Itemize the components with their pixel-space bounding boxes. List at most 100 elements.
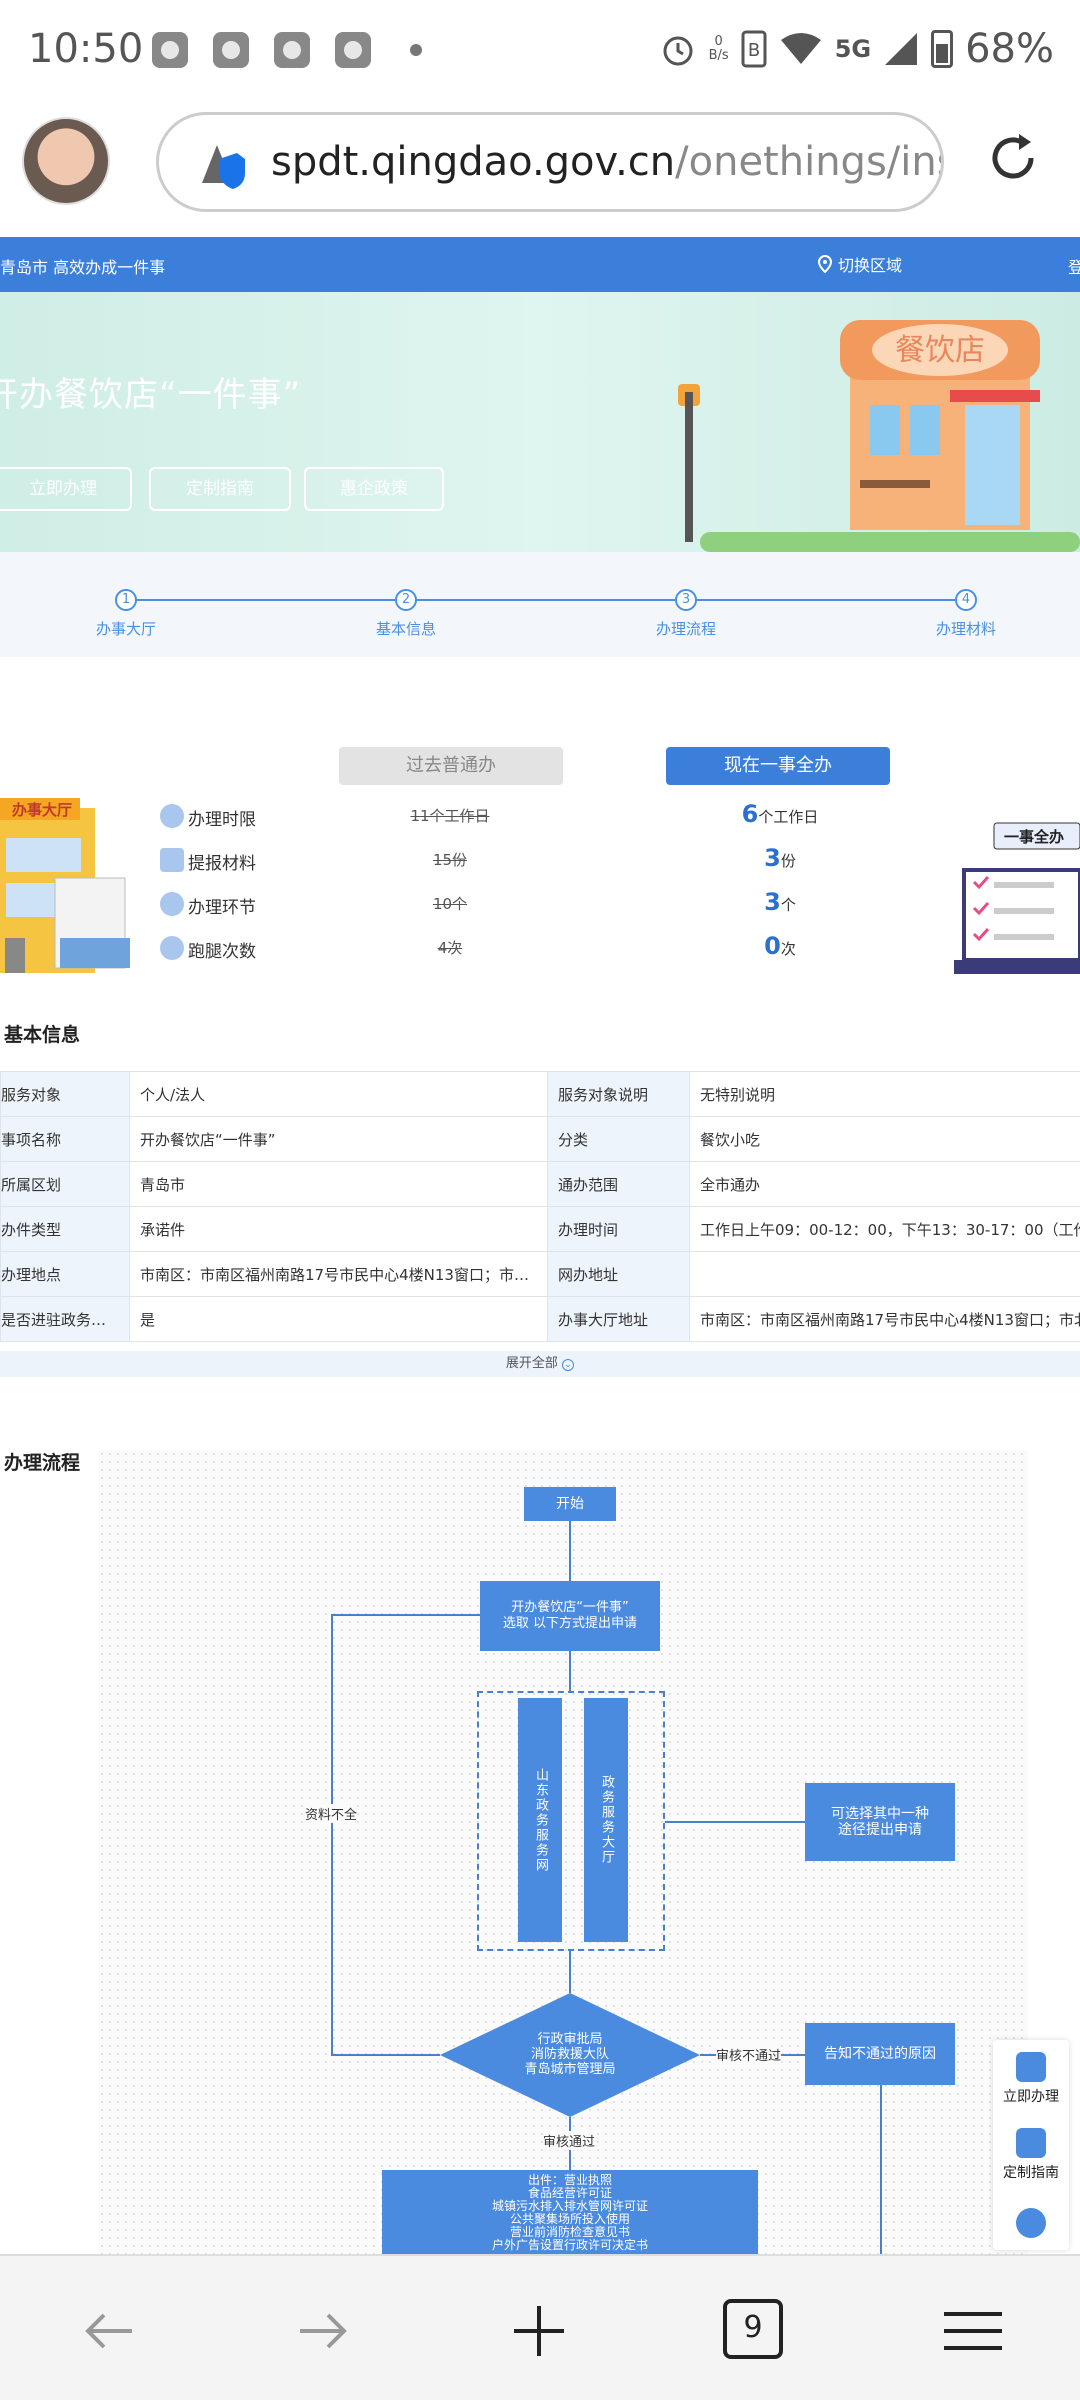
flow-review-text: 行政审批局 消防救援大队 青岛城市管理局: [500, 2032, 640, 2077]
custom-guide-button[interactable]: 定制指南: [149, 467, 291, 511]
float-guide-button[interactable]: 定制指南: [993, 2128, 1069, 2182]
basic-info-title: 基本信息: [4, 1024, 81, 1046]
net-speed-value: 0: [714, 34, 723, 49]
battery-icon: [931, 30, 954, 68]
back-to-top-button[interactable]: [993, 2208, 1069, 2242]
step-connector: [126, 599, 966, 601]
flow-choose-note-1: 可选择其中一种: [831, 1806, 929, 1822]
table-row: 所属区划 青岛市 通办范围 全市通办: [0, 1161, 1080, 1207]
flow-channel-group: [477, 1691, 665, 1951]
new-badge: 一事全办: [1004, 828, 1064, 846]
flow-title: 办理流程: [4, 1452, 81, 1474]
step-process[interactable]: 办理流程: [626, 618, 746, 639]
info-value: 承诺件: [129, 1206, 548, 1252]
compare-label: 办理环节: [188, 898, 256, 918]
new-tab-icon[interactable]: [504, 2296, 574, 2366]
info-key: 办理地点: [0, 1251, 130, 1297]
info-key: 是否进驻政务大厅: [0, 1296, 130, 1342]
basic-info-table: 服务对象 个人/法人 服务对象说明 无特别说明 事项名称 开办餐饮店“一件事” …: [0, 1071, 1080, 1342]
info-key: 办件类型: [0, 1206, 130, 1252]
compare-new-unit: 个: [780, 896, 796, 914]
walking-icon: [160, 936, 184, 960]
login-link[interactable]: 登: [1068, 254, 1080, 278]
table-row: 服务对象 个人/法人 服务对象说明 无特别说明: [0, 1071, 1080, 1117]
old-way-header: 过去普通办: [339, 747, 563, 785]
info-key: 网办地址: [547, 1251, 690, 1297]
compare-new-unit: 次: [780, 940, 796, 958]
signal-icon: [885, 33, 918, 65]
compare-new-number: 3: [764, 844, 781, 872]
flow-output-6: 户外广告设置行政许可决定书: [491, 2238, 648, 2252]
compare-row: 跑腿次数 4次 0次: [0, 928, 1080, 968]
flow-review-2: 消防救援大队: [530, 2047, 609, 2062]
compare-row: 提报材料 15份 3份: [0, 840, 1080, 880]
float-apply-button[interactable]: 立即办理: [993, 2052, 1069, 2106]
step-materials[interactable]: 办理材料: [906, 618, 1026, 639]
step-3-marker[interactable]: 3: [675, 589, 697, 611]
flow-notify-reason: 告知不通过的原因: [805, 2023, 955, 2085]
hd-icon: B: [741, 30, 767, 68]
compare-new-unit: 个工作日: [758, 808, 819, 826]
flow-connector: [331, 1614, 333, 2055]
info-value: 工作日上午09：00-12：00，下午13：30-17：00（工作日: [689, 1206, 1080, 1252]
compare-old-value: 10个: [432, 895, 468, 913]
switch-area-label: 切换区域: [838, 256, 903, 275]
compare-new-number: 6: [741, 800, 759, 828]
step-navigation: 1 办事大厅 2 基本信息 3 办理流程 4 办理材料: [0, 552, 1080, 657]
network-type: 5G: [834, 35, 872, 63]
info-key: 通办范围: [547, 1161, 690, 1207]
flow-connector: [665, 1821, 805, 1823]
step-4-marker[interactable]: 4: [955, 589, 977, 611]
url-field[interactable]: spdt.qingdao.gov.cn/onethings/instr: [156, 112, 944, 212]
site-title[interactable]: 青岛市 高效办成一件事: [0, 254, 165, 278]
step-basic-info[interactable]: 基本信息: [346, 618, 466, 639]
info-value: 无特别说明: [689, 1071, 1080, 1117]
flow-connector: [569, 1521, 571, 1581]
compare-old-value: 15份: [432, 851, 468, 869]
table-row: 办件类型 承诺件 办理时间 工作日上午09：00-12：00，下午13：30-1…: [0, 1206, 1080, 1252]
info-value[interactable]: [689, 1251, 1080, 1297]
float-apply-label: 立即办理: [1003, 2089, 1059, 2105]
side-float-menu: 立即办理 定制指南: [993, 2040, 1069, 2250]
compare-new-number: 3: [764, 888, 781, 916]
table-row: 事项名称 开办餐饮店“一件事” 分类 餐饮小吃: [0, 1116, 1080, 1162]
notification-icon: [274, 32, 310, 68]
tabs-button[interactable]: 9: [723, 2299, 783, 2359]
compare-old-value: 11个工作日: [410, 807, 490, 825]
info-value: 个人/法人: [129, 1071, 548, 1117]
site-security-icon[interactable]: [197, 139, 247, 191]
banner: 开办餐饮店“一件事” 立即办理 定制指南 惠企政策 餐饮店: [0, 292, 1080, 552]
status-time: 10:50: [28, 26, 144, 72]
info-key: 办事大厅地址: [547, 1296, 690, 1342]
info-value: 是: [129, 1296, 548, 1342]
apply-now-button[interactable]: 立即办理: [0, 467, 132, 511]
expand-all-button[interactable]: 展开全部 ⌄: [0, 1351, 1080, 1377]
reload-icon[interactable]: [985, 130, 1041, 186]
avatar[interactable]: [22, 117, 110, 205]
download-icon: [1016, 2128, 1046, 2158]
info-value: 开办餐饮店“一件事”: [129, 1116, 548, 1162]
net-speed-unit: B/s: [708, 48, 729, 63]
step-1-marker[interactable]: 1: [115, 589, 137, 611]
more-notifications-icon: [410, 44, 422, 56]
switch-area-button[interactable]: 切换区域: [818, 252, 902, 276]
forward-arrow-icon[interactable]: [288, 2296, 358, 2366]
svg-text:B: B: [748, 40, 760, 61]
flow-choose-note: 可选择其中一种 途径提出申请: [805, 1783, 955, 1861]
menu-icon[interactable]: [938, 2296, 1008, 2366]
compare-new-unit: 份: [780, 852, 796, 870]
policy-button[interactable]: 惠企政策: [304, 467, 444, 511]
location-pin-icon: [818, 255, 832, 273]
back-arrow-icon[interactable]: [74, 2296, 144, 2366]
step-hall[interactable]: 办事大厅: [66, 618, 186, 639]
shop-sign: 餐饮店: [895, 333, 985, 368]
compare-old-value: 4次: [437, 939, 463, 957]
flow-pass-label: 审核通过: [543, 2131, 596, 2150]
flow-connector: [331, 2054, 440, 2056]
flow-connector: [880, 2085, 882, 2255]
url-path: /onethings/instr: [675, 139, 941, 185]
arrow-up-icon: [1016, 2208, 1046, 2238]
lamp-post: [685, 392, 693, 542]
browser-address-bar: spdt.qingdao.gov.cn/onethings/instr: [0, 100, 1080, 235]
step-2-marker[interactable]: 2: [395, 589, 417, 611]
